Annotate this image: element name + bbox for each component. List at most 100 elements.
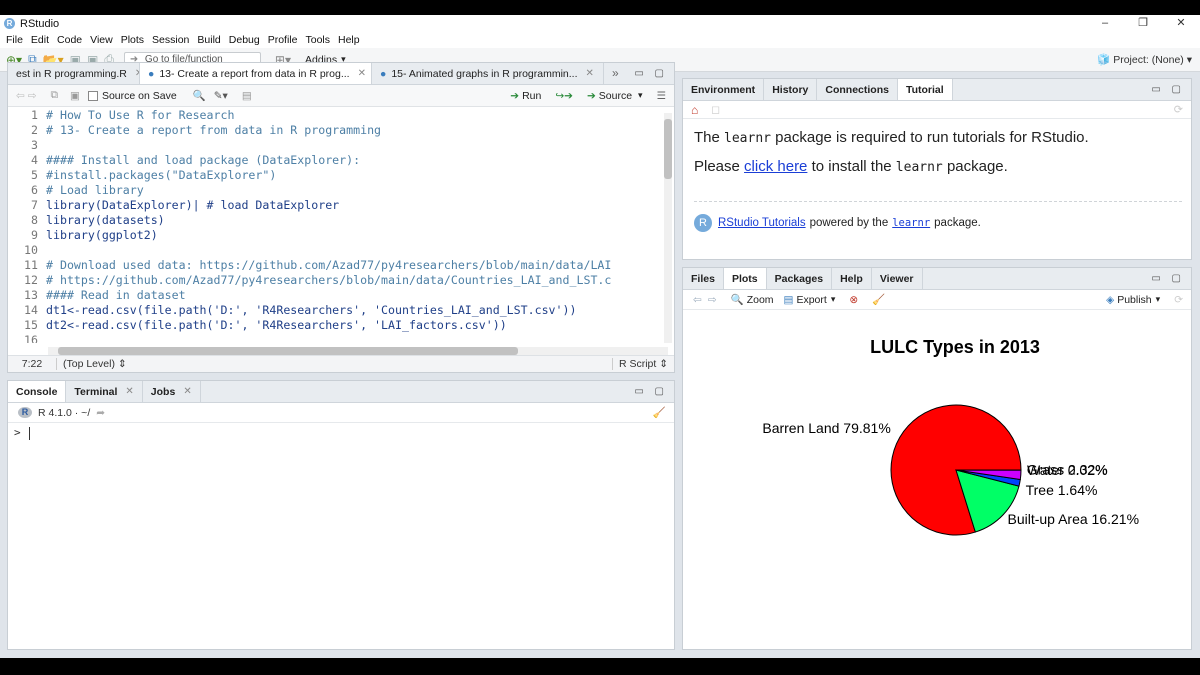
menu-help[interactable]: Help bbox=[338, 34, 360, 46]
menu-tools[interactable]: Tools bbox=[305, 34, 330, 46]
tab-files[interactable]: Files bbox=[683, 268, 724, 289]
back-forward-icon[interactable]: ⇦ ⇨ bbox=[16, 90, 37, 102]
save-file-icon[interactable]: ▣ bbox=[70, 90, 80, 102]
next-plot-icon[interactable]: ⇨ bbox=[708, 294, 717, 306]
plots-toolbar: ⇦ ⇨ 🔍 Zoom ▤ Export ▾ ⊗ 🧹 ◈ Publish ▾ ⟳ bbox=[683, 290, 1191, 310]
install-learnr-link[interactable]: click here bbox=[744, 158, 807, 175]
tab-plots[interactable]: Plots bbox=[723, 268, 767, 289]
magic-wand-icon[interactable]: ✎▾ bbox=[214, 90, 228, 102]
tab-viewer[interactable]: Viewer bbox=[872, 268, 923, 289]
menu-code[interactable]: Code bbox=[57, 34, 82, 46]
rstudio-tutorials-link[interactable]: RStudio Tutorials bbox=[718, 217, 806, 229]
code-line[interactable]: 13 #### Read in dataset bbox=[8, 288, 662, 303]
code-line[interactable]: 9 library(ggplot2) bbox=[8, 228, 662, 243]
menu-build[interactable]: Build bbox=[197, 34, 220, 46]
menu-edit[interactable]: Edit bbox=[31, 34, 49, 46]
close-tab-icon[interactable]: ✕ bbox=[125, 386, 133, 397]
menu-profile[interactable]: Profile bbox=[268, 34, 298, 46]
code-line[interactable]: 7 library(DataExplorer)| # load DataExplo… bbox=[8, 198, 662, 213]
close-button[interactable]: ✕ bbox=[1162, 15, 1200, 32]
tab-connections[interactable]: Connections bbox=[817, 79, 898, 100]
tab-environment[interactable]: Environment bbox=[683, 79, 765, 100]
refresh-icon[interactable]: ⟳ bbox=[1174, 294, 1183, 306]
pane-controls[interactable]: ▭ ▢ bbox=[634, 386, 668, 397]
more-tabs-icon[interactable]: » bbox=[612, 66, 619, 80]
run-icon[interactable]: ➔ bbox=[510, 90, 519, 102]
search-icon[interactable]: 🔍 bbox=[193, 89, 206, 102]
code-line[interactable]: 15 dt2<-read.csv(file.path('D:', 'R4Resea… bbox=[8, 318, 662, 333]
editor-tab-active[interactable]: ● 13- Create a report from data in R prog… bbox=[140, 63, 372, 84]
close-tab-icon[interactable]: ✕ bbox=[183, 386, 191, 397]
vertical-scrollbar[interactable] bbox=[664, 113, 672, 343]
code-line[interactable]: 14 dt1<-read.csv(file.path('D:', 'R4Resea… bbox=[8, 303, 662, 318]
previous-plot-icon[interactable]: ⇦ bbox=[693, 294, 702, 306]
title-bar: R RStudio – ❐ ✕ bbox=[0, 15, 1200, 32]
menu-file[interactable]: File bbox=[6, 34, 23, 46]
menu-view[interactable]: View bbox=[90, 34, 113, 46]
source-icon[interactable]: ➔ bbox=[587, 90, 596, 102]
goto-dir-icon[interactable]: ➦ bbox=[96, 407, 105, 419]
tab-tutorial[interactable]: Tutorial bbox=[897, 79, 953, 100]
code-line[interactable]: 3 bbox=[8, 138, 662, 153]
stop-icon[interactable]: ◻ bbox=[711, 103, 720, 116]
source-on-save-checkbox[interactable] bbox=[87, 90, 98, 101]
r-version: R 4.1.0 · ~/ bbox=[38, 406, 91, 419]
tab-packages[interactable]: Packages bbox=[767, 268, 833, 289]
pane-controls[interactable]: ▭ ▢ bbox=[1151, 84, 1185, 95]
rmd-file-icon: ● bbox=[148, 67, 155, 80]
remove-plot-icon[interactable]: ⊗ bbox=[849, 294, 858, 306]
code-line[interactable]: 16 bbox=[8, 333, 662, 343]
tutorial-footer: R RStudio Tutorials powered by the learn… bbox=[694, 201, 1182, 232]
code-line[interactable]: 2 # 13- Create a report from data in R pr… bbox=[8, 123, 662, 138]
source-button[interactable]: Source bbox=[599, 90, 632, 102]
zoom-icon[interactable]: 🔍 bbox=[731, 293, 744, 306]
code-line[interactable]: 4 #### Install and load package (DataExpl… bbox=[8, 153, 662, 168]
show-in-window-icon[interactable]: ⧉ bbox=[51, 89, 59, 102]
code-line[interactable]: 8 library(datasets) bbox=[8, 213, 662, 228]
close-tab-icon[interactable]: ✕ bbox=[358, 68, 366, 79]
clear-console-icon[interactable]: 🧹 bbox=[653, 406, 666, 419]
tab-help[interactable]: Help bbox=[832, 268, 872, 289]
tab-history[interactable]: History bbox=[764, 79, 818, 100]
editor-tab[interactable]: ● 15- Animated graphs in R programmin... ✕ bbox=[372, 63, 604, 84]
pane-controls[interactable]: ▭ ▢ bbox=[1151, 273, 1185, 284]
zoom-button[interactable]: Zoom bbox=[747, 294, 774, 306]
export-button[interactable]: Export bbox=[796, 294, 826, 306]
code-line[interactable]: 11 # Download used data: https://github.c… bbox=[8, 258, 662, 273]
publish-icon[interactable]: ◈ bbox=[1106, 294, 1114, 306]
rerun-icon[interactable]: ↪➔ bbox=[555, 90, 573, 102]
file-type-selector[interactable]: R Script ⇕ bbox=[611, 358, 674, 370]
editor-tabbar: est in R programming.R✕ ●13- Create a re… bbox=[8, 63, 674, 85]
clear-plots-icon[interactable]: 🧹 bbox=[872, 293, 885, 306]
export-icon[interactable]: ▤ bbox=[784, 294, 794, 306]
console-prompt[interactable]: > bbox=[14, 426, 30, 440]
close-tab-icon[interactable]: ✕ bbox=[586, 68, 594, 79]
tab-terminal[interactable]: Terminal ✕ bbox=[66, 381, 143, 402]
maximize-button[interactable]: ❐ bbox=[1124, 15, 1162, 32]
editor-tab[interactable]: est in R programming.R✕ bbox=[8, 63, 140, 84]
minimize-button[interactable]: – bbox=[1086, 15, 1124, 32]
menu-plots[interactable]: Plots bbox=[121, 34, 144, 46]
menu-debug[interactable]: Debug bbox=[229, 34, 260, 46]
horizontal-scrollbar[interactable] bbox=[48, 347, 668, 355]
project-menu[interactable]: 🧊 Project: (None) ▾ bbox=[1097, 53, 1192, 66]
code-line[interactable]: 6 # Load library bbox=[8, 183, 662, 198]
scope-selector[interactable]: (Top Level) ⇕ bbox=[56, 358, 127, 370]
refresh-icon[interactable]: ⟳ bbox=[1174, 103, 1183, 116]
home-icon[interactable]: ⌂ bbox=[691, 103, 698, 117]
compile-report-icon[interactable]: ▤ bbox=[242, 90, 252, 102]
code-line[interactable]: 1 # How To Use R for Research bbox=[8, 108, 662, 123]
tab-jobs[interactable]: Jobs ✕ bbox=[143, 381, 201, 402]
menu-session[interactable]: Session bbox=[152, 34, 189, 46]
outline-icon[interactable]: ☰ bbox=[657, 90, 666, 102]
tab-console[interactable]: Console bbox=[8, 381, 67, 402]
learnr-link[interactable]: learnr bbox=[892, 217, 930, 229]
code-line[interactable]: 10 bbox=[8, 243, 662, 258]
code-line[interactable]: 5 #install.packages("DataExplorer") bbox=[8, 168, 662, 183]
tutorial-toolbar: ⌂ ◻ ⟳ bbox=[683, 101, 1191, 119]
run-button[interactable]: Run bbox=[522, 90, 541, 102]
publish-button[interactable]: Publish bbox=[1117, 294, 1151, 306]
code-area[interactable]: 1 # How To Use R for Research 2 # 13- Creat… bbox=[8, 108, 662, 343]
code-line[interactable]: 12 # https://github.com/Azad77/py4researc… bbox=[8, 273, 662, 288]
pane-controls[interactable]: ▭ ▢ bbox=[634, 68, 668, 79]
